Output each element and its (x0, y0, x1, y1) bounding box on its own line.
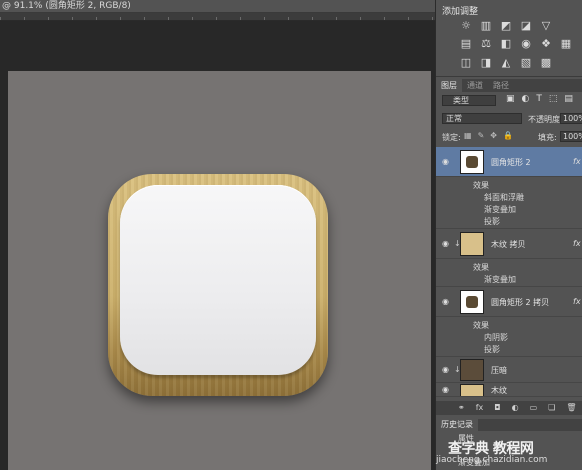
layers-bottom-bar: ⚭ fx ◘ ◐ ▭ ❏ 🗑 (436, 401, 582, 415)
effect-item[interactable]: 渐变叠加 (484, 204, 516, 215)
opacity-label: 不透明度: (528, 115, 563, 124)
eye-icon[interactable]: ◉ (442, 298, 452, 306)
layer-row[interactable]: ◉ 圆角矩形 2 fx (436, 147, 582, 177)
layer-row[interactable]: ◉ 圆角矩形 2 拷贝 fx (436, 287, 582, 317)
layer-name[interactable]: 圆角矩形 2 (491, 157, 531, 168)
adjustments-row-1: ☼ ▥ ◩ ◪ ▽ (460, 20, 552, 32)
adjustment-filter-icon[interactable]: ◐ (522, 94, 530, 104)
channel-mixer-icon[interactable]: ❖ (540, 38, 552, 50)
trash-icon[interactable]: 🗑 (566, 401, 576, 415)
eye-icon[interactable]: ◉ (442, 386, 452, 394)
tab-paths[interactable]: 路径 (488, 79, 514, 92)
fx-icon[interactable]: fx (573, 239, 581, 248)
layer-thumbnail (460, 359, 484, 381)
balance-icon[interactable]: ⚖ (480, 38, 492, 50)
fx-icon[interactable]: fx (573, 157, 581, 166)
posterize-icon[interactable]: ◨ (480, 57, 492, 69)
curves-icon[interactable]: ◩ (500, 20, 512, 32)
divider (436, 76, 582, 77)
document-tab[interactable]: @ 91.1% (圆角矩形 2, RGB/8) (0, 0, 435, 13)
layer-name[interactable]: 圆角矩形 2 拷贝 (491, 297, 549, 308)
layer-thumbnail (460, 150, 484, 174)
lock-icons: ▦ ✎ ✥ 🔒 (464, 131, 513, 140)
tab-layers[interactable]: 图层 (436, 79, 462, 92)
effects-label: 效果 (473, 263, 489, 272)
link-icon[interactable]: ⚭ (458, 401, 465, 415)
fx-menu-icon[interactable]: fx (476, 401, 484, 415)
folder-icon[interactable]: ▭ (530, 401, 538, 415)
layer-thumbnail (460, 384, 484, 396)
mask-icon[interactable]: ◘ (494, 401, 500, 415)
layer-row[interactable]: ◉ 木纹 (436, 383, 582, 397)
layer-thumbnail (460, 290, 484, 314)
history-tab-bar: 历史记录 (436, 419, 582, 431)
threshold-icon[interactable]: ◭ (500, 57, 512, 69)
pixel-filter-icon[interactable]: ▣ (506, 94, 515, 104)
wood-app-icon (108, 174, 328, 396)
effect-item[interactable]: 渐变叠加 (484, 274, 516, 285)
layers-tabs: 图层 通道 路径 (436, 79, 582, 92)
smart-object-filter-icon[interactable]: ▤ (564, 94, 573, 104)
photo-filter-icon[interactable]: ◉ (520, 38, 532, 50)
tab-channels[interactable]: 通道 (462, 79, 488, 92)
effect-item[interactable]: 投影 (484, 216, 500, 227)
adjustments-row-3: ◫ ◨ ◭ ▧ ▩ (460, 57, 552, 69)
white-rounded-face (120, 185, 316, 375)
layer-filter-select[interactable]: 类型 (442, 95, 496, 106)
exposure-icon[interactable]: ◪ (520, 20, 532, 32)
lock-transparency-icon[interactable]: ▦ (464, 131, 472, 140)
lock-position-icon[interactable]: ✥ (490, 131, 497, 140)
eye-icon[interactable]: ◉ (442, 240, 452, 248)
right-panel: 添加调整 ☼ ▥ ◩ ◪ ▽ ▤ ⚖ ◧ ◉ ❖ ▦ ◫ ◨ ◭ ▧ ▩ 图层 … (435, 0, 582, 470)
effects-label: 效果 (473, 181, 489, 190)
effects-group: 效果 内阴影 投影 (436, 317, 582, 357)
levels-icon[interactable]: ▥ (480, 20, 492, 32)
adjustments-title: 添加调整 (442, 7, 479, 17)
effect-item[interactable]: 内阴影 (484, 332, 508, 343)
effects-group: 效果 渐变叠加 (436, 259, 582, 287)
adjustments-row-2: ▤ ⚖ ◧ ◉ ❖ ▦ (460, 38, 572, 50)
brightness-icon[interactable]: ☼ (460, 20, 472, 32)
effect-item[interactable]: 投影 (484, 344, 500, 355)
adjustment-layer-icon[interactable]: ◐ (512, 401, 519, 415)
vibrance-icon[interactable]: ▽ (540, 20, 552, 32)
lock-pixels-icon[interactable]: ✎ (478, 131, 485, 140)
layer-name[interactable]: 压暗 (491, 365, 507, 376)
layer-name[interactable]: 木纹 (491, 385, 507, 396)
fx-icon[interactable]: fx (573, 297, 581, 306)
document-title: @ 91.1% (圆角矩形 2, RGB/8) (2, 1, 131, 11)
gradient-map-icon[interactable]: ▧ (520, 57, 532, 69)
hue-icon[interactable]: ▤ (460, 38, 472, 50)
fill-input[interactable]: 100% (560, 131, 582, 142)
invert-icon[interactable]: ◫ (460, 57, 472, 69)
watermark-url: jiaocheng.chazidian.com (436, 455, 548, 465)
layer-row[interactable]: ◉ ↓ 压暗 (436, 357, 582, 383)
blend-mode-select[interactable]: 正常 (442, 113, 522, 124)
selective-color-icon[interactable]: ▩ (540, 57, 552, 69)
layer-name[interactable]: 木纹 拷贝 (491, 239, 526, 250)
eye-icon[interactable]: ◉ (442, 366, 452, 374)
new-layer-icon[interactable]: ❏ (548, 401, 555, 415)
layer-thumbnail (460, 232, 484, 256)
shape-filter-icon[interactable]: ⬚ (549, 94, 558, 104)
lock-all-icon[interactable]: 🔒 (503, 131, 513, 140)
canvas[interactable] (8, 71, 431, 470)
filter-icons: ▣ ◐ T ⬚ ▤ (506, 94, 573, 104)
effects-label: 效果 (473, 321, 489, 330)
layers-list: ◉ 圆角矩形 2 fx 效果 斜面和浮雕 渐变叠加 投影 ◉ ↓ 木纹 拷贝 f… (436, 147, 582, 397)
opacity-input[interactable]: 100% (560, 113, 582, 124)
tab-history[interactable]: 历史记录 (436, 419, 478, 431)
lookup-icon[interactable]: ▦ (560, 38, 572, 50)
lock-label: 锁定: (442, 133, 461, 142)
filter-label: 类型 (453, 96, 469, 105)
workspace[interactable] (0, 21, 435, 470)
fill-label: 填充: (538, 133, 557, 142)
effects-group: 效果 斜面和浮雕 渐变叠加 投影 (436, 177, 582, 229)
horizontal-ruler (0, 13, 435, 21)
effect-item[interactable]: 斜面和浮雕 (484, 192, 524, 203)
eye-icon[interactable]: ◉ (442, 158, 452, 166)
type-filter-icon[interactable]: T (536, 94, 542, 104)
bw-icon[interactable]: ◧ (500, 38, 512, 50)
layer-row[interactable]: ◉ ↓ 木纹 拷贝 fx (436, 229, 582, 259)
